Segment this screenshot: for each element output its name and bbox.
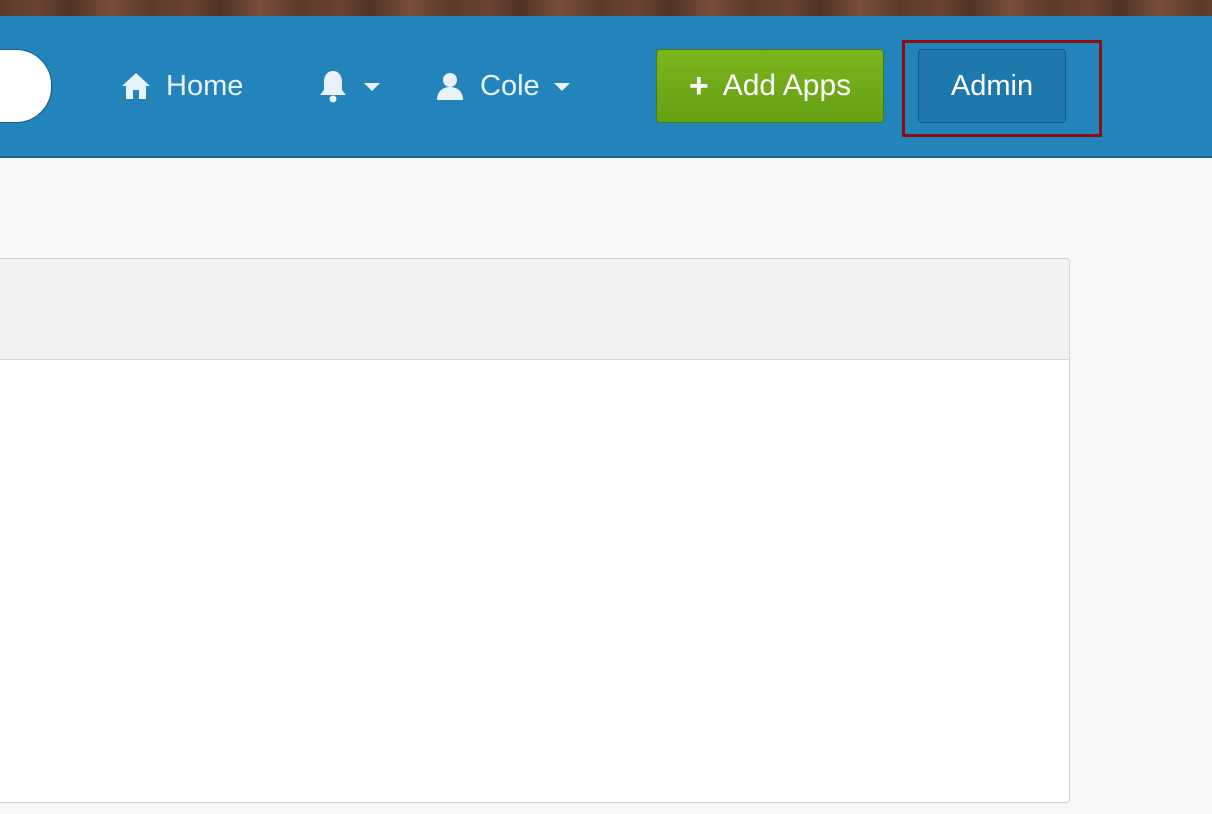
nav-home-label: Home — [166, 69, 244, 102]
background-image-strip — [0, 0, 1212, 17]
search-input[interactable] — [0, 49, 52, 123]
chevron-down-icon — [553, 83, 570, 91]
bell-icon — [316, 68, 350, 104]
nav-home-link[interactable]: Home — [120, 66, 243, 106]
notifications-dropdown[interactable] — [316, 66, 380, 106]
add-apps-button[interactable]: + Add Apps — [656, 49, 884, 123]
user-menu-dropdown[interactable]: Cole — [434, 66, 570, 106]
content-panel — [0, 258, 1070, 803]
home-icon — [120, 71, 152, 101]
highlight-box — [902, 40, 1102, 137]
top-navbar: Home Cole + Add Apps Admin — [0, 16, 1212, 158]
user-name-label: Cole — [480, 69, 540, 102]
user-icon — [434, 70, 466, 102]
chevron-down-icon — [364, 83, 380, 91]
add-apps-label: Add Apps — [722, 69, 852, 102]
plus-icon: + — [688, 67, 709, 105]
panel-header — [0, 259, 1069, 360]
